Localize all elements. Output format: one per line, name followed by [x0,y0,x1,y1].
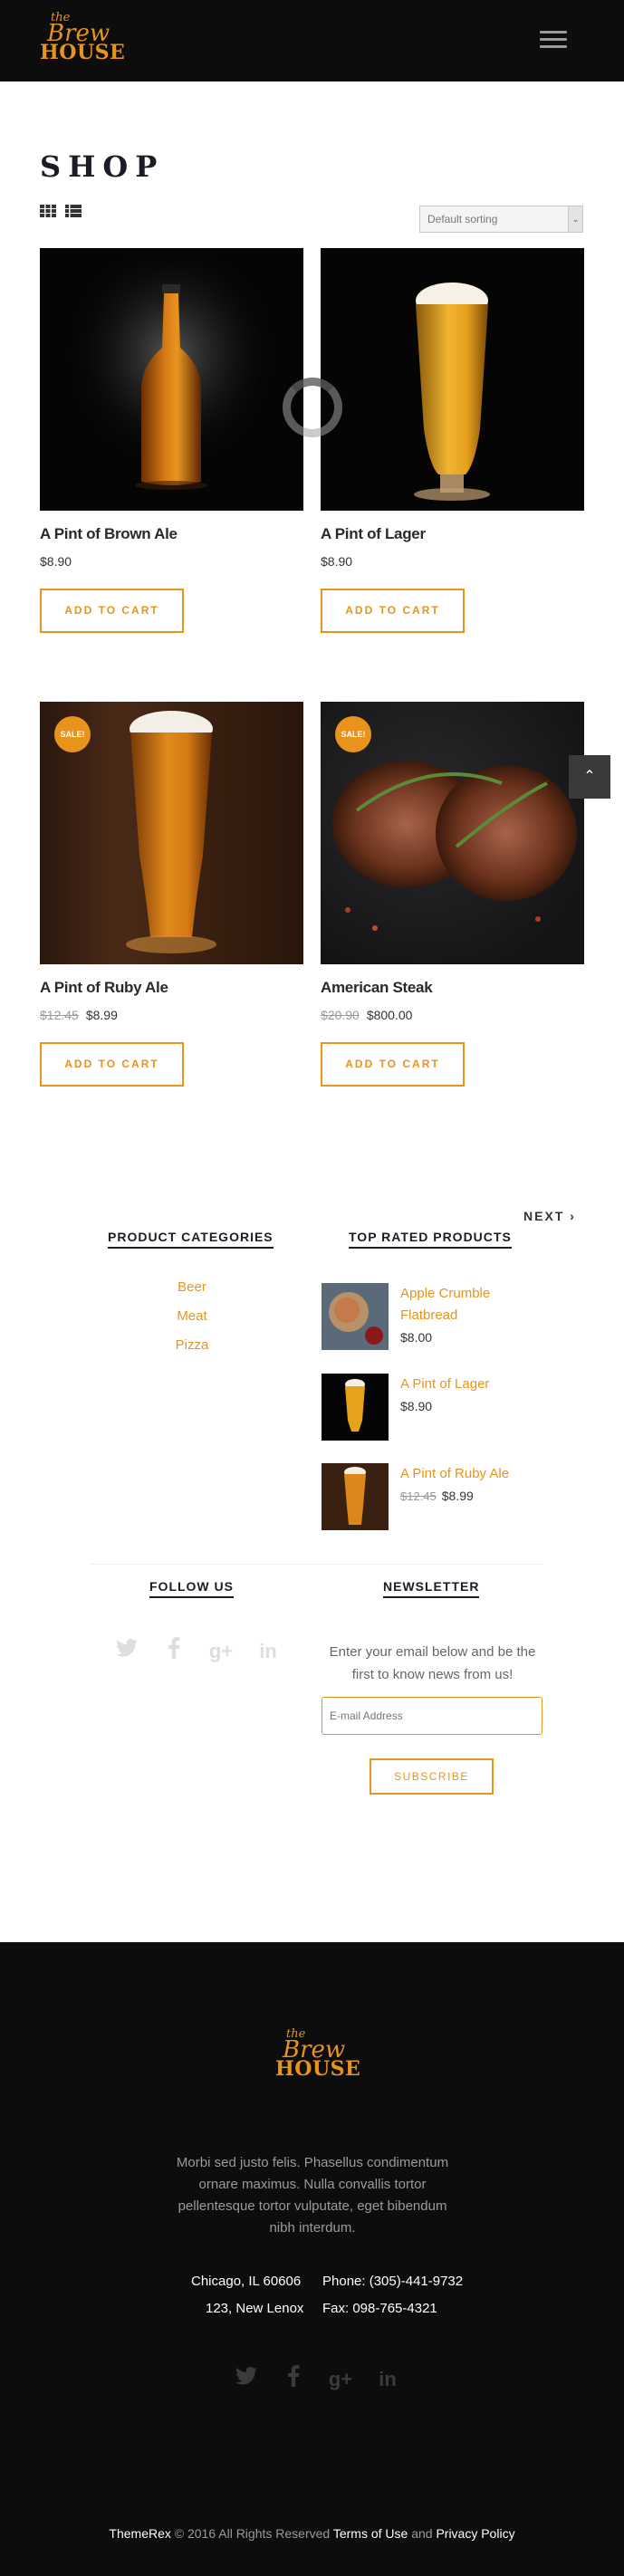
logo-house: HOUSE [275,2057,361,2082]
email-field[interactable] [322,1697,542,1735]
newsletter-title: NEWSLETTER [383,1579,480,1598]
privacy-link[interactable]: Privacy Policy [436,2526,514,2541]
category-link[interactable]: Pizza [101,1337,283,1353]
grid-view-icon[interactable] [40,205,56,217]
price-current: $8.99 [441,1489,474,1503]
subscribe-button[interactable]: SUBSCRIBE [370,1758,494,1795]
rated-product-name[interactable]: Apple Crumble Flatbread [400,1283,545,1326]
hamburger-icon[interactable] [540,31,567,51]
price-current: $8.99 [85,1008,118,1022]
product-price: $8.90 [40,554,303,569]
facebook-icon[interactable] [159,1637,188,1666]
top-rated-item: A Pint of Lager $8.90 [322,1374,557,1441]
newsletter-text: Enter your email below and be the first … [329,1644,536,1682]
copyright-and: and [411,2526,433,2541]
product-name[interactable]: A Pint of Brown Ale [40,525,303,543]
page-title: SHOP [40,149,165,184]
footer-fax: Fax: 098-765-4321 [322,2301,437,2316]
copyright-text: © 2016 All Rights Reserved [174,2526,331,2541]
add-to-cart-button[interactable]: ADD TO CART [40,1042,184,1087]
product-price: $8.90 [321,554,584,569]
footer-phone: Phone: (305)-441-9732 [322,2274,464,2289]
rated-product-price: $8.00 [400,1330,432,1345]
google-plus-icon[interactable]: g+ [326,2365,355,2394]
rated-thumb-lager[interactable] [322,1374,389,1441]
product-card: SALE! A Pint of Ruby Ale $12.45 $8.99 ADD… [40,702,303,1087]
top-rated-item: Apple Crumble Flatbread $8.00 [322,1283,557,1350]
linkedin-icon[interactable]: in [373,2365,402,2394]
chevron-right-icon: › [570,1209,576,1223]
section-divider [91,1564,543,1565]
rated-product-name[interactable]: A Pint of Lager [400,1374,545,1395]
facebook-icon[interactable] [279,2365,308,2394]
price-old: $20.90 [321,1008,360,1022]
add-to-cart-button[interactable]: ADD TO CART [40,589,184,633]
themerex-link[interactable]: ThemeRex [109,2526,170,2541]
price-current: $800.00 [366,1008,413,1022]
scroll-to-top-button[interactable]: ⌃ [569,755,610,799]
price-current: $8.90 [400,1399,433,1413]
site-logo[interactable]: the Brew HOUSE [40,12,126,65]
product-image-ruby-ale[interactable]: SALE! [40,702,303,964]
rated-product-name[interactable]: A Pint of Ruby Ale [400,1463,545,1485]
price-current: $8.00 [400,1330,433,1345]
product-card: A Pint of Brown Ale $8.90 ADD TO CART [40,248,303,633]
product-card: A Pint of Lager $8.90 ADD TO CART [321,248,584,633]
next-page-link[interactable]: NEXT › [523,1209,576,1223]
sale-badge: SALE! [335,716,371,752]
loading-spinner-icon [283,378,342,437]
rated-product-price: $8.90 [400,1399,432,1413]
list-view-icon[interactable] [65,205,82,217]
product-categories-title: PRODUCT CATEGORIES [108,1230,274,1249]
product-image-steak[interactable]: SALE! [321,702,584,964]
twitter-icon[interactable] [232,2365,261,2394]
product-price: $12.45 $8.99 [40,1008,303,1022]
category-link[interactable]: Beer [101,1279,283,1295]
follow-us-title: FOLLOW US [149,1579,234,1598]
product-name[interactable]: A Pint of Ruby Ale [40,979,303,997]
product-name[interactable]: American Steak [321,979,584,997]
copyright: ThemeRex © 2016 All Rights Reserved Term… [0,2526,624,2541]
rated-thumb-ruby-ale[interactable] [322,1463,389,1530]
footer-street: 123, New Lenox [206,2301,304,2316]
footer-description: Morbi sed justo felis. Phasellus condime… [176,2155,449,2236]
site-header: the Brew HOUSE [0,0,624,81]
product-image-lager[interactable] [321,248,584,511]
add-to-cart-button[interactable]: ADD TO CART [321,589,465,633]
price-current: $8.90 [40,554,72,569]
sale-badge: SALE! [54,716,91,752]
terms-link[interactable]: Terms of Use [333,2526,408,2541]
add-to-cart-button[interactable]: ADD TO CART [321,1042,465,1087]
linkedin-icon[interactable]: in [254,1637,283,1666]
product-image-brown-ale[interactable] [40,248,303,511]
price-current: $8.90 [321,554,353,569]
product-price: $20.90 $800.00 [321,1008,584,1022]
chevron-up-icon: ⌃ [583,769,596,784]
footer-social-links: g+ in [232,2365,402,2394]
footer-city: Chicago, IL 60606 [191,2274,302,2289]
rated-thumb-flatbread[interactable] [322,1283,389,1350]
price-old: $12.45 [400,1489,437,1503]
rated-product-price: $12.45 $8.99 [400,1489,474,1503]
logo-house: HOUSE [40,41,126,65]
sorting-value: Default sorting [427,213,498,225]
next-label: NEXT [523,1209,565,1223]
top-rated-title: TOP RATED PRODUCTS [349,1230,512,1249]
sorting-select[interactable]: Default sorting ⌄ [419,206,583,233]
chevron-down-icon: ⌄ [568,206,582,232]
site-footer: the Brew HOUSE Morbi sed justo felis. Ph… [0,1942,624,2576]
twitter-icon[interactable] [112,1637,141,1666]
google-plus-icon[interactable]: g+ [206,1637,235,1666]
footer-logo[interactable]: the Brew HOUSE [275,2028,361,2082]
product-name[interactable]: A Pint of Lager [321,525,584,543]
top-rated-item: A Pint of Ruby Ale $12.45 $8.99 [322,1463,557,1530]
product-card: SALE! American Steak $20.90 $800.00 ADD T… [321,702,584,1087]
category-link[interactable]: Meat [101,1308,283,1324]
price-old: $12.45 [40,1008,79,1022]
social-links: g+ in [112,1637,283,1666]
